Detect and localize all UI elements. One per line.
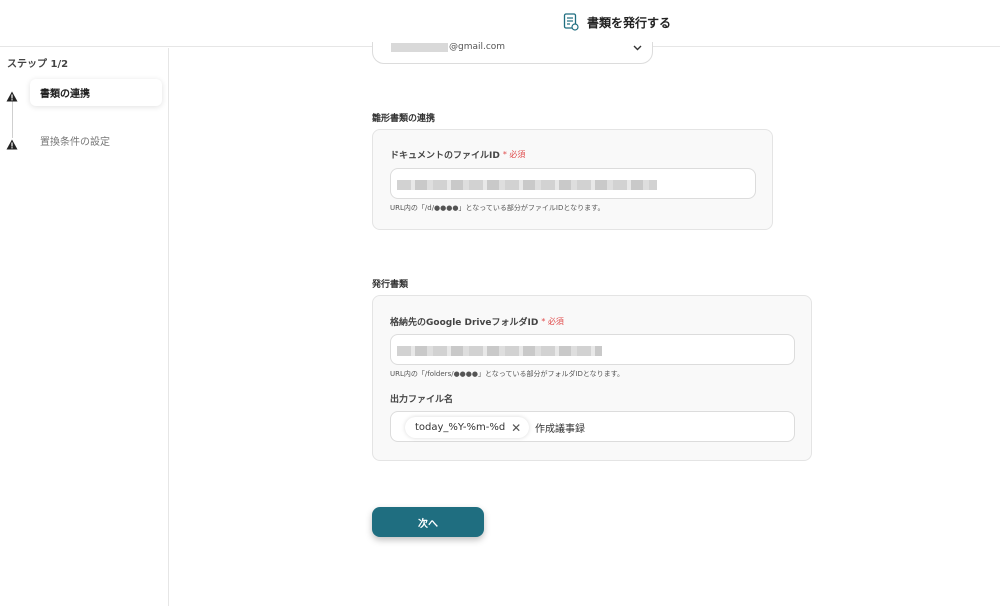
step-sidebar: ステップ 1/2 書類の連携 置換条件の設定 (0, 48, 169, 606)
step-label: 書類の連携 (30, 79, 162, 106)
document-icon (563, 13, 579, 31)
warning-icon (6, 87, 18, 102)
chip-label: today_%Y-%m-%d (415, 422, 506, 433)
account-select[interactable]: @gmail.com (372, 42, 653, 64)
folder-id-input[interactable] (390, 334, 795, 365)
chevron-down-icon (633, 44, 642, 51)
variable-chip[interactable]: today_%Y-%m-%d ✕ (405, 417, 530, 438)
issue-card: 格納先のGoogle DriveフォルダID * 必須 URL内の「/folde… (372, 295, 812, 461)
folder-id-label-text: 格納先のGoogle DriveフォルダID (390, 318, 539, 328)
redacted-value (397, 346, 602, 356)
folder-id-label: 格納先のGoogle DriveフォルダID * 必須 (390, 315, 564, 328)
required-mark: * 必須 (502, 150, 526, 159)
output-name-label-text: 出力ファイル名 (390, 395, 454, 405)
main-content: @gmail.com 雛形書類の連携 ドキュメントのファイルID * 必須 UR… (170, 42, 1000, 606)
output-name-label: 出力ファイル名 (390, 392, 453, 405)
required-mark: * 必須 (541, 317, 564, 326)
redacted-value (397, 180, 657, 190)
header-title: 書類を発行する (563, 12, 671, 32)
file-id-label-text: ドキュメントのファイルID (390, 151, 500, 161)
next-button[interactable]: 次へ (372, 507, 484, 537)
redacted-email (391, 43, 448, 52)
account-email: @gmail.com (449, 42, 506, 52)
output-name-suffix: 作成議事録 (535, 424, 585, 435)
step-label: 置換条件の設定 (40, 137, 110, 148)
template-card: ドキュメントのファイルID * 必須 URL内の「/d/●●●●」となっている部… (372, 129, 773, 230)
header-title-text: 書類を発行する (587, 15, 672, 30)
app-header: 書類を発行する (0, 0, 1000, 47)
step-item-replace-settings[interactable]: 置換条件の設定 (6, 127, 162, 154)
template-section-title: 雛形書類の連携 (372, 114, 436, 124)
step-count: ステップ 1/2 (7, 59, 69, 70)
file-id-label: ドキュメントのファイルID * 必須 (390, 148, 525, 161)
folder-id-help: URL内の「/folders/●●●●」となっている部分がフォルダIDとなります… (390, 370, 624, 378)
warning-icon (6, 135, 18, 150)
close-icon[interactable]: ✕ (511, 421, 521, 435)
step-item-document-link[interactable]: 書類の連携 (6, 79, 162, 106)
file-id-help: URL内の「/d/●●●●」となっている部分がファイルIDとなります。 (390, 204, 605, 212)
issue-section-title: 発行書類 (372, 280, 409, 290)
output-name-input[interactable]: today_%Y-%m-%d ✕ 作成議事録 (390, 411, 795, 442)
file-id-input[interactable] (390, 168, 756, 199)
